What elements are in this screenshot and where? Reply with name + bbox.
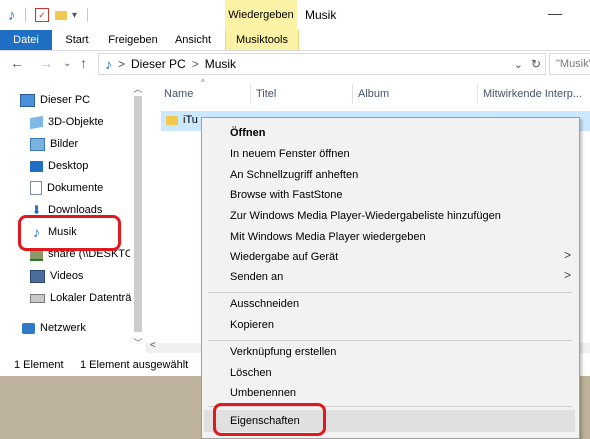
sort-ascending-icon: ^ <box>201 78 205 87</box>
menu-item-delete[interactable]: Löschen <box>230 364 272 382</box>
app-icon: ♪ <box>8 6 16 24</box>
scroll-up-icon[interactable]: ︿ <box>132 82 144 95</box>
menu-separator <box>208 340 572 341</box>
music-icon: ♪ <box>105 56 112 72</box>
tab-start[interactable]: Start <box>60 30 94 50</box>
customize-quick-access-icon[interactable]: ▾ <box>72 7 77 23</box>
network-icon <box>22 322 35 334</box>
menu-separator <box>208 292 572 293</box>
sidebar-item-this-pc[interactable]: Dieser PC <box>20 90 90 110</box>
sidebar-item-desktop[interactable]: Desktop <box>30 156 88 176</box>
separator <box>87 7 88 23</box>
minimize-button[interactable]: — <box>548 5 562 21</box>
desktop-icon <box>30 160 43 172</box>
sidebar-item-pictures[interactable]: Bilder <box>30 134 78 154</box>
highlight-box-properties <box>213 403 326 436</box>
window-title: Musik <box>305 8 337 22</box>
sidebar-scrollbar[interactable]: ︿ ﹀ <box>132 80 144 348</box>
download-icon: ⬇ <box>31 202 42 217</box>
documents-icon <box>30 181 42 195</box>
sidebar-item-label: Lokaler Datenträ <box>50 292 132 304</box>
separator <box>25 7 26 23</box>
address-dropdown-icon[interactable]: ⌄ <box>514 58 523 71</box>
navigation-pane: Dieser PC 3D-Objekte Bilder Desktop Doku… <box>0 80 146 348</box>
sidebar-item-local-disk[interactable]: Lokaler Datenträ <box>30 288 132 308</box>
status-selected: 1 Element ausgewählt <box>80 359 189 371</box>
sidebar-item-label: Dokumente <box>47 182 104 194</box>
properties-quick-icon[interactable]: ✓ <box>35 7 49 23</box>
menu-item-copy[interactable]: Kopieren <box>230 316 274 334</box>
scroll-left-icon[interactable]: < <box>150 340 156 351</box>
column-divider[interactable] <box>477 84 478 104</box>
breadcrumb-chevron-icon: > <box>118 57 126 71</box>
menu-item-play-to-device[interactable]: Wiedergabe auf Gerät <box>230 248 338 266</box>
ribbon-tabs: Datei Start Freigeben Ansicht Musiktools <box>0 30 590 51</box>
address-box[interactable]: ♪ > Dieser PC > Musik ⌄ ↻ <box>98 53 546 75</box>
drive-icon <box>30 293 45 303</box>
forward-arrow-icon[interactable]: → <box>39 55 53 71</box>
breadcrumb-this-pc[interactable]: Dieser PC <box>131 57 186 71</box>
column-header-artists[interactable]: Mitwirkende Interp... <box>483 88 585 102</box>
sidebar-item-label: Netzwerk <box>40 322 86 334</box>
submenu-arrow-icon: > <box>563 268 571 282</box>
sidebar-item-label: Desktop <box>48 160 89 172</box>
folder-icon <box>166 116 178 125</box>
column-header-name[interactable]: Name <box>164 88 193 102</box>
recent-locations-icon[interactable]: ⌄ <box>63 58 71 69</box>
cube-icon <box>30 115 43 129</box>
computer-icon <box>20 93 35 107</box>
sidebar-item-documents[interactable]: Dokumente <box>30 178 103 198</box>
address-bar-row: ← → ⌄ ↑ ♪ > Dieser PC > Musik ⌄ ↻ "Musik… <box>0 51 590 77</box>
sidebar-item-label: Bilder <box>50 138 79 150</box>
scroll-down-icon[interactable]: ﹀ <box>132 336 144 349</box>
menu-item-send-to[interactable]: Senden an <box>230 268 283 286</box>
sidebar-item-3d-objects[interactable]: 3D-Objekte <box>30 112 104 132</box>
up-arrow-icon[interactable]: ↑ <box>80 55 87 71</box>
breadcrumb-chevron-icon: > <box>191 57 199 71</box>
new-folder-quick-icon[interactable] <box>55 7 67 23</box>
menu-item-cut[interactable]: Ausschneiden <box>230 295 299 313</box>
sidebar-item-videos[interactable]: Videos <box>30 266 83 286</box>
submenu-arrow-icon: > <box>563 248 571 262</box>
scroll-thumb[interactable] <box>134 96 142 332</box>
column-divider[interactable] <box>250 84 251 104</box>
sidebar-item-label: 3D-Objekte <box>48 116 104 128</box>
menu-item-play-with-wmp[interactable]: Mit Windows Media Player wiedergeben <box>230 228 426 246</box>
tab-share[interactable]: Freigeben <box>105 30 161 50</box>
tab-file[interactable]: Datei <box>0 30 52 50</box>
menu-item-browse-faststone[interactable]: Browse with FastStone <box>230 186 343 204</box>
back-arrow-icon[interactable]: ← <box>10 55 24 71</box>
tab-music-tools[interactable]: Musiktools <box>225 30 299 50</box>
file-name: iTu <box>183 114 198 126</box>
status-item-count: 1 Element <box>14 359 64 371</box>
highlight-box-music <box>18 215 121 251</box>
menu-item-create-shortcut[interactable]: Verknüpfung erstellen <box>230 343 336 361</box>
sidebar-item-network[interactable]: Netzwerk <box>22 318 86 338</box>
column-header-album[interactable]: Album <box>358 88 389 102</box>
breadcrumb-music[interactable]: Musik <box>205 57 236 71</box>
menu-item-add-to-wmp-playlist[interactable]: Zur Windows Media Player-Wiedergabeliste… <box>230 207 501 225</box>
column-divider[interactable] <box>352 84 353 104</box>
context-menu: Öffnen In neuem Fenster öffnen An Schnel… <box>201 117 580 439</box>
status-bar: 1 Element 1 Element ausgewählt <box>0 356 200 374</box>
refresh-icon[interactable]: ↻ <box>531 57 541 71</box>
title-bar: ♪ ✓ ▾ Wiedergeben Musik — <box>0 0 590 30</box>
sidebar-item-label: Dieser PC <box>40 94 91 106</box>
menu-item-open[interactable]: Öffnen <box>230 124 265 142</box>
menu-item-pin-quick-access[interactable]: An Schnellzugriff anheften <box>230 166 358 184</box>
pictures-icon <box>30 137 45 151</box>
videos-icon <box>30 269 45 283</box>
context-tab-header: Wiedergeben <box>225 0 297 30</box>
column-header-title[interactable]: Titel <box>256 88 276 102</box>
menu-item-rename[interactable]: Umbenennen <box>230 384 296 402</box>
tab-view[interactable]: Ansicht <box>170 30 216 50</box>
sidebar-item-label: Videos <box>50 270 84 282</box>
menu-item-open-new-window[interactable]: In neuem Fenster öffnen <box>230 145 350 163</box>
search-input[interactable]: "Musik" durchsuchen <box>549 53 590 75</box>
